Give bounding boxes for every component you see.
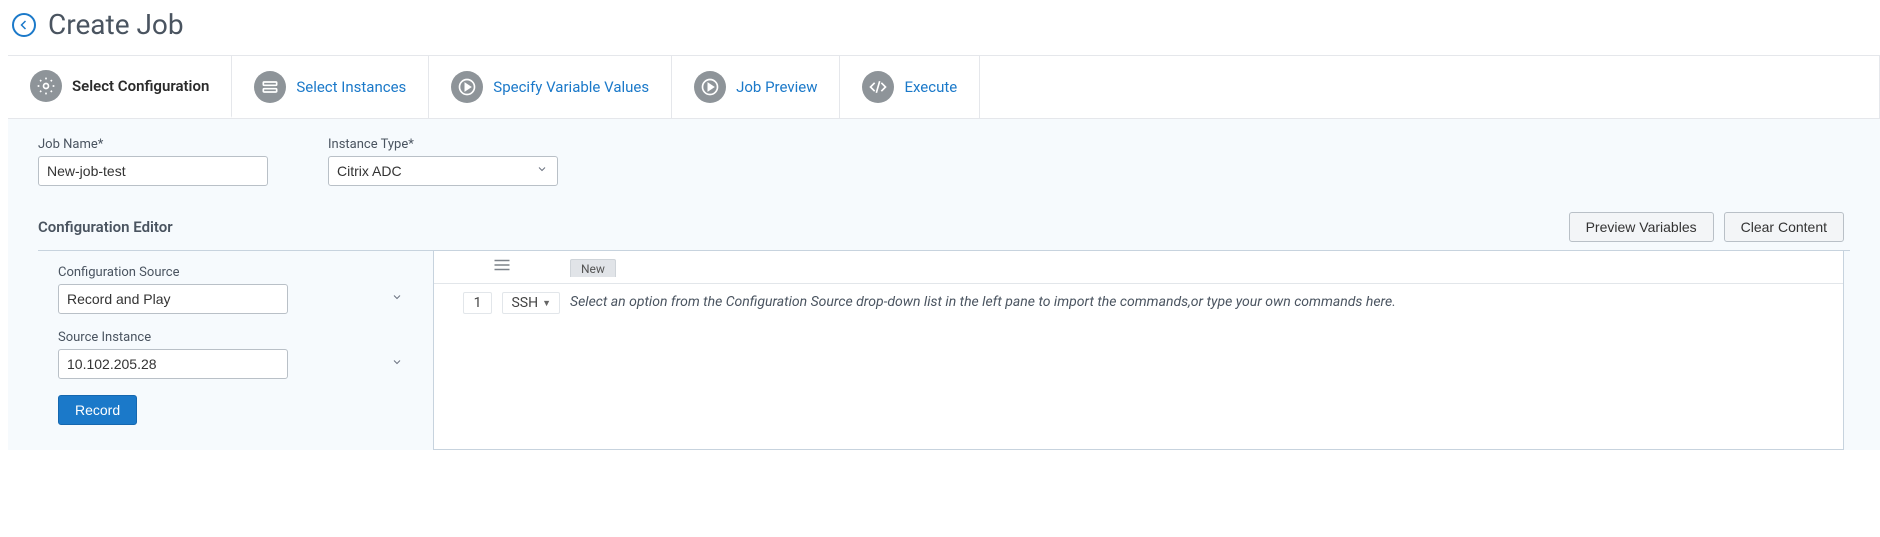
tab-label: Select Configuration [72,77,209,95]
wizard-tabs: Select Configuration Select Instances Sp… [8,55,1880,119]
arrow-left-icon [18,19,30,31]
page-header: Create Job [0,0,1880,55]
editor-body: Configuration Source Source Instance [38,250,1850,450]
play-circle-icon [694,71,726,103]
editor-actions: Preview Variables Clear Content [1569,212,1844,242]
tab-label: Execute [904,78,957,96]
editor-row: 1 SSH ▼ Select an option from the Config… [434,284,1843,322]
form-group-source-instance: Source Instance [58,330,413,379]
editor-gutter: 1 SSH ▼ [434,292,570,314]
tab-select-configuration[interactable]: Select Configuration [8,56,232,118]
editor-tab-bar: New [434,251,1843,284]
tab-execute[interactable]: Execute [840,56,980,118]
form-row: Job Name* Instance Type* [38,137,1850,186]
form-group-instance-type: Instance Type* [328,137,558,186]
caret-down-icon: ▼ [542,298,551,309]
tab-label: Select Instances [296,78,406,96]
editor-tab-new[interactable]: New [570,259,616,277]
line-number: 1 [463,292,493,314]
tab-label: Specify Variable Values [493,78,649,96]
protocol-label: SSH [511,295,538,311]
tab-job-preview[interactable]: Job Preview [672,56,840,118]
chevron-down-icon [391,356,403,372]
instance-type-label: Instance Type* [328,137,558,152]
form-group-job-name: Job Name* [38,137,268,186]
gear-icon [30,70,62,102]
config-source-label: Configuration Source [58,265,413,280]
source-instance-label: Source Instance [58,330,413,345]
protocol-selector[interactable]: SSH ▼ [502,292,560,314]
editor-bar: Configuration Editor Preview Variables C… [38,200,1850,250]
menu-icon[interactable] [493,258,511,276]
play-circle-icon [451,71,483,103]
preview-variables-button[interactable]: Preview Variables [1569,212,1714,242]
job-name-input[interactable] [38,156,268,186]
chevron-down-icon [391,291,403,307]
command-editor: New 1 SSH ▼ Select an option from the Co… [434,250,1844,450]
tab-specify-variable-values[interactable]: Specify Variable Values [429,56,672,118]
job-name-label: Job Name* [38,137,268,152]
config-source-pane: Configuration Source Source Instance [38,251,434,450]
record-button[interactable]: Record [58,395,137,425]
tab-label: Job Preview [736,78,817,96]
tab-select-instances[interactable]: Select Instances [232,56,429,118]
form-section: Job Name* Instance Type* Configuration E… [8,119,1880,450]
editor-title: Configuration Editor [38,218,173,236]
instance-type-select[interactable] [328,156,558,186]
page-title: Create Job [48,8,184,41]
form-group-config-source: Configuration Source [58,265,413,314]
gutter-header [434,251,570,283]
config-source-select[interactable] [58,284,288,314]
back-button[interactable] [12,13,36,37]
code-icon [862,71,894,103]
editor-placeholder[interactable]: Select an option from the Configuration … [570,292,1843,310]
clear-content-button[interactable]: Clear Content [1724,212,1844,242]
instances-icon [254,71,286,103]
source-instance-select[interactable] [58,349,288,379]
